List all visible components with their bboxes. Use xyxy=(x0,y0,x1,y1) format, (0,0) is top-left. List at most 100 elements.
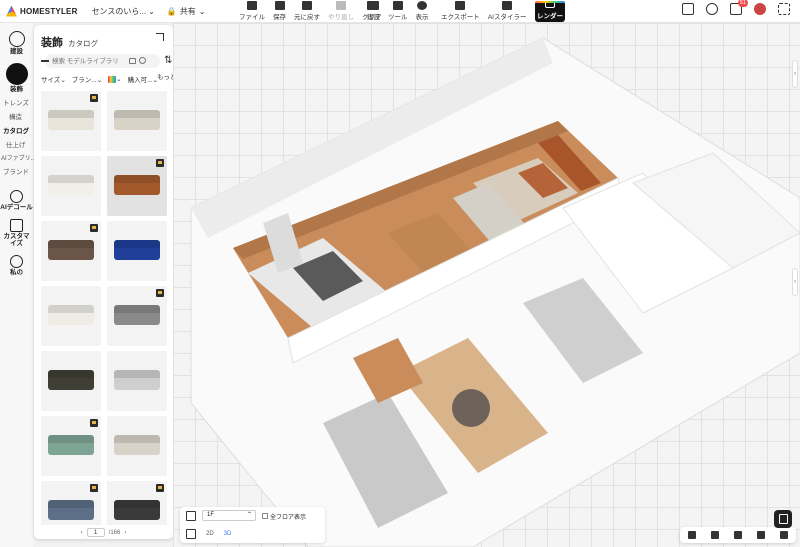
checkbox-icon xyxy=(262,513,268,520)
build-icon xyxy=(8,31,25,47)
view-controls: 1F 全フロア表示 2D 3D xyxy=(180,507,325,543)
product-card[interactable] xyxy=(107,156,167,216)
product-card[interactable] xyxy=(107,286,167,346)
expand-right-icon[interactable]: ‹ xyxy=(792,268,798,296)
view-mode-icon[interactable] xyxy=(186,529,196,539)
catalog-panel: 装飾 カタログ ⇅ サイズ⌄ ブラン...⌄ ⌄ 購入可...⌄ もっと ‹ 1… xyxy=(34,25,173,539)
homestyler-logo[interactable]: HOMESTYLER xyxy=(6,5,78,17)
product-card[interactable] xyxy=(41,351,101,411)
product-thumbnail xyxy=(48,440,94,455)
ai-decor-icon xyxy=(10,190,23,203)
expand-icon[interactable] xyxy=(156,33,164,41)
product-thumbnail xyxy=(48,180,94,195)
ai-styler-button[interactable]: AIスタイラー xyxy=(485,0,530,23)
floor-layers-icon[interactable] xyxy=(186,510,196,521)
panel-title: 装飾 xyxy=(41,37,63,49)
search-icon[interactable] xyxy=(139,57,146,64)
product-card[interactable] xyxy=(41,156,101,216)
all-floors-toggle[interactable]: 全フロア表示 xyxy=(262,511,306,521)
filter-brand[interactable]: ブラン...⌄ xyxy=(72,74,102,84)
pagination: ‹ 1 /166 › xyxy=(34,528,173,537)
undo-button[interactable]: 元に戻す xyxy=(291,0,323,23)
sub-item-trends[interactable]: トレンズ xyxy=(3,97,33,107)
sub-item-structure[interactable]: 構造 xyxy=(9,111,33,121)
project-name[interactable]: センスのいら... ⌄ xyxy=(92,6,155,17)
decor-icon xyxy=(5,63,28,85)
search-row: ⇅ xyxy=(41,54,172,68)
3d-viewport[interactable]: › ‹ xyxy=(173,23,800,547)
view-2d-button[interactable]: 2D xyxy=(206,531,214,537)
camera-search-icon[interactable] xyxy=(129,58,136,64)
undo-icon xyxy=(302,1,312,10)
sub-item-brand[interactable]: ブランド xyxy=(3,166,33,176)
premium-badge-icon xyxy=(156,289,164,297)
premium-badge-icon xyxy=(90,419,98,427)
share-button[interactable]: 🔒 共有 ⌄ xyxy=(167,6,206,17)
sub-item-ai-fabric[interactable]: AIファブリ... xyxy=(1,153,36,162)
nav-customize[interactable]: カスタマイズ xyxy=(0,219,33,247)
sub-item-finish[interactable]: 仕上げ xyxy=(6,139,33,149)
product-card[interactable] xyxy=(41,481,101,525)
tab-catalog[interactable]: カタログ xyxy=(68,38,98,49)
floor-select[interactable]: 1F xyxy=(202,510,256,521)
camera-reset-icon[interactable] xyxy=(780,531,789,539)
product-card[interactable] xyxy=(107,91,167,151)
filter-color[interactable]: ⌄ xyxy=(108,75,122,83)
export-button[interactable]: エクスポート xyxy=(438,0,483,23)
sort-icon[interactable]: ⇅ xyxy=(164,56,172,66)
left-navigation: 建設 装飾 トレンズ 構造 カタログ 仕上げ AIファブリ... ブランド AI… xyxy=(0,23,36,547)
nav-my[interactable]: 私の xyxy=(0,255,33,276)
product-card[interactable] xyxy=(41,221,101,281)
premium-badge-icon xyxy=(156,159,164,167)
save-button[interactable]: 保存 xyxy=(270,0,289,23)
filter-more[interactable]: もっと xyxy=(157,71,173,84)
tool-button[interactable]: ツール xyxy=(385,0,411,23)
save-icon xyxy=(274,1,285,10)
ai-styler-icon xyxy=(502,1,513,10)
view-3d-button[interactable]: 3D xyxy=(224,531,232,537)
sub-item-catalog[interactable]: カタログ xyxy=(3,125,33,135)
topbar-right-icons: 51 xyxy=(682,0,790,15)
panel-header: 装飾 カタログ xyxy=(41,34,98,50)
product-card[interactable] xyxy=(107,481,167,525)
mail-icon[interactable]: 51 xyxy=(730,0,748,15)
settings-icon[interactable] xyxy=(706,3,718,15)
camera-walk-icon[interactable] xyxy=(733,531,742,539)
product-card[interactable] xyxy=(41,416,101,476)
nav-build[interactable]: 建設 xyxy=(0,31,33,55)
build-button[interactable]: 建設 xyxy=(364,0,383,23)
product-card[interactable] xyxy=(41,91,101,151)
avatar[interactable] xyxy=(754,3,766,15)
logo-icon xyxy=(6,5,17,17)
product-grid xyxy=(41,91,167,525)
file-button[interactable]: ファイル xyxy=(236,0,268,23)
fullscreen-icon[interactable] xyxy=(778,3,790,15)
premium-badge-icon xyxy=(156,484,164,492)
lock-icon[interactable] xyxy=(687,531,696,539)
redo-button[interactable]: やり直し xyxy=(325,0,357,23)
filter-size[interactable]: サイズ⌄ xyxy=(41,74,66,84)
page-total: /166 xyxy=(108,529,121,536)
edit-tools: ファイル 保存 元に戻す やり直し クリア xyxy=(236,0,385,23)
camera-orbit-icon[interactable] xyxy=(710,531,719,539)
nav-ai-decor[interactable]: AIデコール xyxy=(0,190,33,211)
nav-decor[interactable]: 装飾 xyxy=(0,63,33,93)
product-thumbnail xyxy=(48,505,94,520)
collapse-right-icon[interactable]: › xyxy=(792,60,798,88)
page-input[interactable]: 1 xyxy=(86,528,105,537)
help-button[interactable] xyxy=(774,510,792,528)
floorplan-3d-render[interactable] xyxy=(173,23,800,547)
camera-top-icon[interactable] xyxy=(757,531,766,539)
view-button[interactable]: 表示 xyxy=(413,0,432,23)
customize-icon xyxy=(10,219,23,232)
product-card[interactable] xyxy=(107,416,167,476)
prev-page-icon[interactable]: ‹ xyxy=(81,530,83,536)
render-button[interactable]: レンダー xyxy=(535,1,565,22)
product-card[interactable] xyxy=(107,351,167,411)
filter-purchasable[interactable]: 購入可...⌄ xyxy=(128,74,158,84)
product-card[interactable] xyxy=(107,221,167,281)
next-page-icon[interactable]: › xyxy=(124,530,126,536)
product-card[interactable] xyxy=(41,286,101,346)
calculator-icon[interactable] xyxy=(682,3,694,15)
folder-icon xyxy=(247,1,257,10)
